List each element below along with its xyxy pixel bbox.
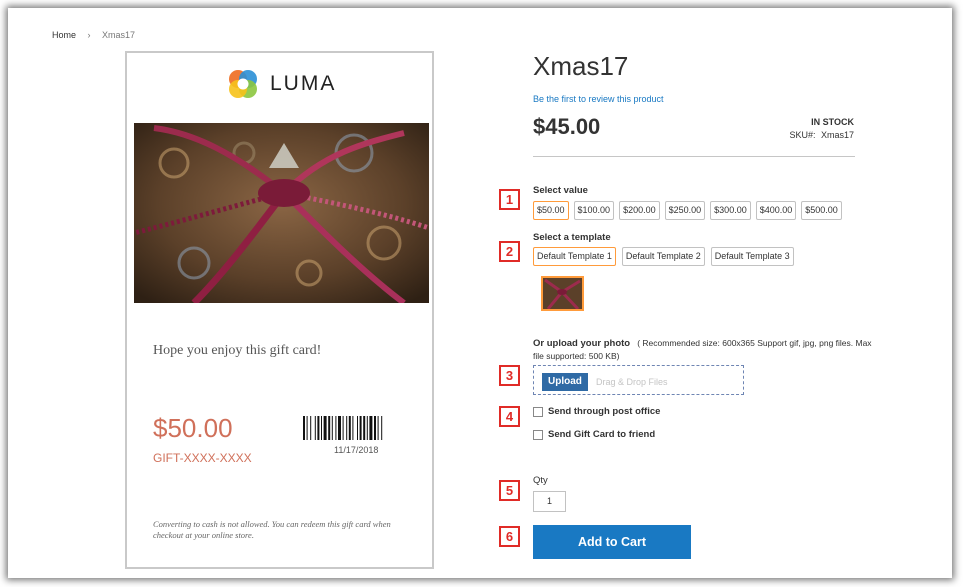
upload-button[interactable]: Upload <box>542 373 588 391</box>
breadcrumb-home-link[interactable]: Home <box>52 30 76 40</box>
send-to-friend-checkbox[interactable] <box>533 429 543 440</box>
step-marker-1: 1 <box>499 189 520 210</box>
post-office-checkbox[interactable] <box>533 406 543 417</box>
card-disclaimer: Converting to cash is not allowed. You c… <box>153 519 391 540</box>
value-option[interactable]: $300.00 <box>710 201 751 220</box>
post-office-option[interactable]: Send through post office <box>533 406 660 417</box>
gift-card-photo <box>134 123 429 303</box>
post-office-label: Send through post office <box>548 406 661 417</box>
sku-label: SKU#: <box>789 130 816 140</box>
drop-zone-text: Drag & Drop Files <box>596 377 668 387</box>
template-option[interactable]: Default Template 1 <box>533 247 616 266</box>
step-marker-2: 2 <box>499 241 520 262</box>
step-marker-4: 4 <box>499 406 520 427</box>
product-title: Xmas17 <box>533 51 629 81</box>
value-option[interactable]: $500.00 <box>801 201 842 220</box>
stock-status: IN STOCK <box>811 117 854 127</box>
send-to-friend-label: Send Gift Card to friend <box>548 429 656 440</box>
value-option[interactable]: $100.00 <box>573 201 615 220</box>
gift-card-preview: LUMA Hope you enjoy this gift card! $50.… <box>125 51 434 569</box>
card-date: 11/17/2018 <box>334 445 379 455</box>
send-to-friend-option[interactable]: Send Gift Card to friend <box>533 429 655 440</box>
value-option[interactable]: $200.00 <box>619 201 660 220</box>
value-option[interactable]: $400.00 <box>755 201 797 220</box>
browser-frame: Home › Xmas17 LUMA Hope you enjoy this g… <box>8 8 952 578</box>
barcode-image <box>303 416 408 440</box>
card-message: Hope you enjoy this gift card! <box>153 343 322 358</box>
card-amount: $50.00 <box>153 413 233 443</box>
breadcrumb-current: Xmas17 <box>102 30 136 40</box>
value-option[interactable]: $250.00 <box>664 201 706 220</box>
step-marker-5: 5 <box>499 480 520 501</box>
qty-label: Qty <box>533 475 548 486</box>
add-to-cart-button[interactable]: Add to Cart <box>533 525 691 559</box>
select-value-label: Select value <box>533 185 588 196</box>
step-marker-6: 6 <box>499 526 520 547</box>
step-marker-3: 3 <box>499 365 520 386</box>
product-sku: SKU#: Xmas17 <box>789 130 854 140</box>
template-option[interactable]: Default Template 2 <box>621 247 705 266</box>
upload-photo-section: Or upload your photo ( Recommended size:… <box>533 337 873 362</box>
upload-title: Or upload your photo <box>533 338 631 349</box>
qty-input[interactable]: 1 <box>533 491 566 512</box>
divider <box>533 156 855 157</box>
value-option[interactable]: $50.00 <box>533 201 569 220</box>
select-template-label: Select a template <box>533 232 611 243</box>
drop-zone[interactable]: Upload Drag & Drop Files <box>533 365 744 395</box>
product-price: $45.00 <box>533 114 601 139</box>
template-image-thumbnail[interactable] <box>541 276 584 311</box>
value-options: $50.00 $100.00 $200.00 $250.00 $300.00 $… <box>533 201 842 220</box>
template-option[interactable]: Default Template 3 <box>710 247 794 266</box>
sku-value: Xmas17 <box>820 130 854 140</box>
logo-text: LUMA <box>270 72 337 95</box>
luma-logo-icon <box>229 70 257 98</box>
template-options: Default Template 1 Default Template 2 De… <box>533 247 794 266</box>
chevron-right-icon: › <box>87 30 91 40</box>
review-link[interactable]: Be the first to review this product <box>533 94 664 104</box>
card-code: GIFT-XXXX-XXXX <box>153 451 252 465</box>
breadcrumb: Home › Xmas17 <box>52 30 135 40</box>
luma-logo: LUMA <box>226 67 336 101</box>
